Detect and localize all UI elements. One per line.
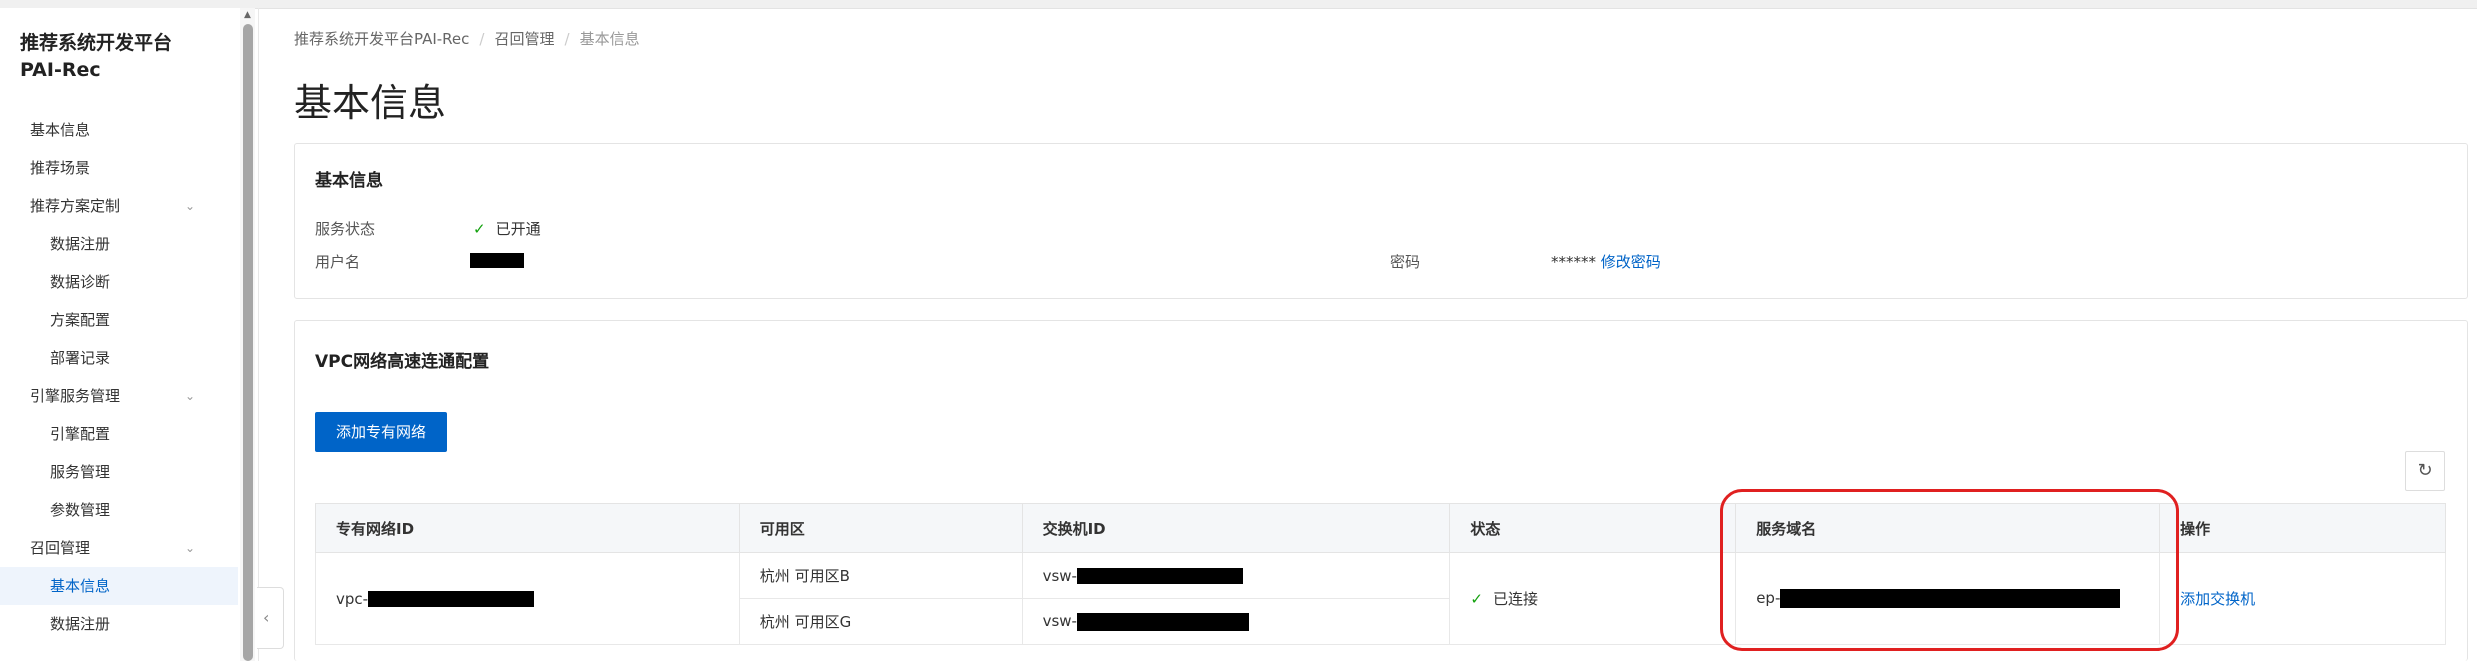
chevron-down-icon: ⌄ bbox=[185, 389, 196, 403]
chevron-down-icon: ⌄ bbox=[185, 199, 196, 213]
sidebar-item-param-manage[interactable]: 参数管理 bbox=[0, 491, 238, 529]
status-cell: ✓ 已连接 bbox=[1449, 552, 1737, 645]
username-value bbox=[470, 251, 524, 269]
table-row: vpc- 杭州 可用区B vsw- ✓ 已连接 ep- 添加交换机 bbox=[315, 552, 2446, 645]
redacted-block bbox=[1076, 568, 1243, 584]
breadcrumb-item[interactable]: 推荐系统开发平台PAI-Rec bbox=[294, 28, 469, 49]
column-header: 操作 bbox=[2159, 503, 2446, 553]
username-label: 用户名 bbox=[315, 253, 361, 271]
password-value: ****** 修改密码 bbox=[1551, 251, 1661, 272]
sidebar-item-data-register[interactable]: 数据注册 bbox=[0, 225, 238, 263]
refresh-button[interactable]: ↻ bbox=[2405, 451, 2445, 491]
sidebar-item-recall-data-register[interactable]: 数据注册 bbox=[0, 605, 238, 643]
sidebar-item-plan-custom[interactable]: 推荐方案定制 ⌄ bbox=[0, 187, 238, 225]
action-cell: 添加交换机 bbox=[2159, 552, 2446, 645]
redacted-block bbox=[1076, 612, 1249, 631]
vswitch-id-cell: vsw- bbox=[1021, 552, 1451, 599]
sidebar-item-label: 引擎服务管理 bbox=[30, 387, 121, 405]
sidebar-item-basic-info[interactable]: 基本信息 bbox=[0, 111, 238, 149]
breadcrumb-item[interactable]: 召回管理 bbox=[494, 28, 554, 49]
refresh-icon: ↻ bbox=[2417, 460, 2433, 481]
sidebar-item-recall-basic-info[interactable]: 基本信息 bbox=[0, 567, 238, 605]
card-title: VPC网络高速连通配置 bbox=[315, 352, 490, 372]
sidebar: 推荐系统开发平台PAI-Rec 基本信息 推荐场景 推荐方案定制 ⌄ 数据注册 … bbox=[0, 8, 243, 661]
column-header: 状态 bbox=[1449, 503, 1737, 553]
top-bar bbox=[0, 0, 2477, 9]
breadcrumb-separator: / bbox=[564, 30, 570, 48]
service-status-label: 服务状态 bbox=[315, 220, 376, 238]
column-header: 交换机ID bbox=[1021, 503, 1451, 553]
collapse-sidebar-button[interactable]: ‹ bbox=[257, 587, 284, 649]
add-vpc-button[interactable]: 添加专有网络 bbox=[315, 412, 447, 452]
vswitch-id-cell: vsw- bbox=[1021, 598, 1451, 645]
column-header: 专有网络ID bbox=[315, 503, 740, 553]
sidebar-item-recall-manage[interactable]: 召回管理 ⌄ bbox=[0, 529, 238, 567]
sidebar-item-label: 召回管理 bbox=[30, 539, 91, 557]
redacted-block bbox=[1780, 589, 2121, 608]
column-header: 服务域名 bbox=[1735, 503, 2161, 553]
vswitch-prefix: vsw- bbox=[1042, 566, 1077, 585]
column-header: 可用区 bbox=[738, 503, 1023, 553]
service-status-text: 已开通 bbox=[495, 220, 541, 238]
page-title: 基本信息 bbox=[294, 81, 447, 125]
service-status-value: ✓ 已开通 bbox=[473, 218, 541, 239]
sidebar-title: 推荐系统开发平台PAI-Rec bbox=[20, 32, 173, 81]
sidebar-item-scenes[interactable]: 推荐场景 bbox=[0, 149, 238, 187]
sidebar-item-deploy-records[interactable]: 部署记录 bbox=[0, 339, 238, 377]
breadcrumb-current: 基本信息 bbox=[579, 30, 640, 48]
basic-info-card: 基本信息 服务状态 ✓ 已开通 用户名 密码 ****** 修改密码 bbox=[294, 143, 2468, 299]
chevron-down-icon: ⌄ bbox=[185, 541, 196, 555]
zone-cell: 杭州 可用区B bbox=[738, 552, 1023, 599]
status-text: 已连接 bbox=[1492, 590, 1538, 608]
vpc-table: 专有网络ID 可用区 交换机ID 状态 服务域名 操作 vpc- 杭州 可用区B… bbox=[315, 503, 2446, 645]
sidebar-divider bbox=[258, 8, 259, 661]
vpc-id-cell: vpc- bbox=[315, 552, 740, 645]
add-vswitch-link[interactable]: 添加交换机 bbox=[2180, 590, 2255, 608]
redacted-block bbox=[470, 253, 524, 268]
sidebar-item-engine-service[interactable]: 引擎服务管理 ⌄ bbox=[0, 377, 238, 415]
breadcrumb: 推荐系统开发平台PAI-Rec / 召回管理 / 基本信息 bbox=[294, 28, 640, 49]
sidebar-scroll-thumb[interactable] bbox=[243, 24, 253, 661]
password-mask: ****** bbox=[1551, 253, 1596, 271]
check-icon: ✓ bbox=[1470, 590, 1483, 608]
sidebar-item-engine-config[interactable]: 引擎配置 bbox=[0, 415, 238, 453]
sidebar-item-data-diagnosis[interactable]: 数据诊断 bbox=[0, 263, 238, 301]
zone-cell: 杭州 可用区G bbox=[738, 598, 1023, 645]
password-label: 密码 bbox=[1390, 253, 1421, 271]
card-title: 基本信息 bbox=[315, 171, 383, 191]
check-icon: ✓ bbox=[473, 220, 486, 238]
vpc-id-prefix: vpc- bbox=[336, 589, 369, 608]
domain-prefix: ep- bbox=[1756, 589, 1781, 607]
vswitch-prefix: vsw- bbox=[1042, 612, 1077, 631]
breadcrumb-separator: / bbox=[479, 30, 485, 48]
chevron-left-icon: ‹ bbox=[263, 608, 270, 627]
scroll-up-icon[interactable]: ▲ bbox=[241, 8, 254, 22]
service-domain-cell: ep- bbox=[1735, 552, 2161, 645]
sidebar-item-label: 推荐方案定制 bbox=[30, 197, 121, 215]
sidebar-item-service-manage[interactable]: 服务管理 bbox=[0, 453, 238, 491]
sidebar-item-plan-config[interactable]: 方案配置 bbox=[0, 301, 238, 339]
change-password-link[interactable]: 修改密码 bbox=[1601, 253, 1661, 271]
table-header-row: 专有网络ID 可用区 交换机ID 状态 服务域名 操作 bbox=[315, 503, 2446, 553]
vpc-config-card: VPC网络高速连通配置 添加专有网络 ↻ 专有网络ID 可用区 交换机ID 状态… bbox=[294, 320, 2468, 661]
redacted-block bbox=[368, 591, 535, 607]
